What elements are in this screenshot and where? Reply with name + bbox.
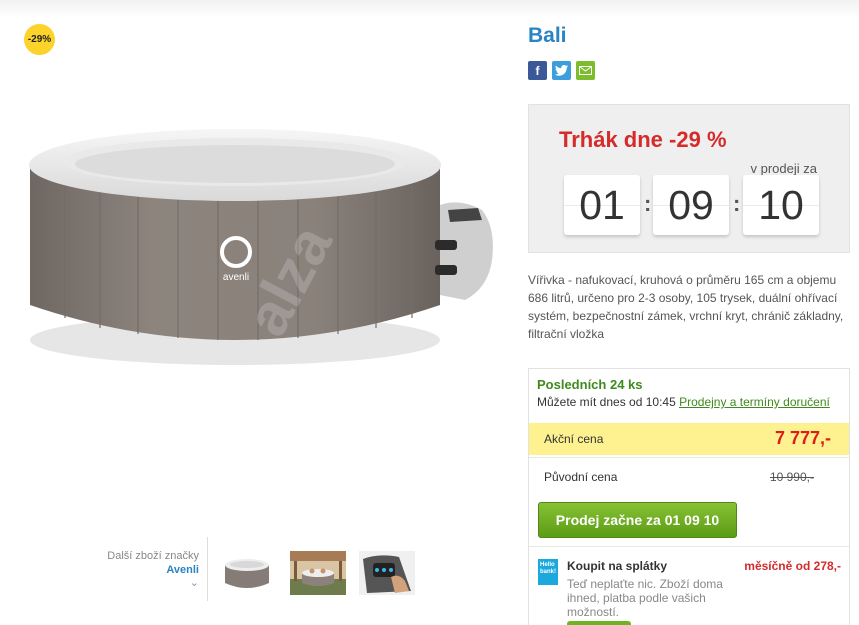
stock-status: Posledních 24 ks (537, 377, 643, 392)
countdown-hours: 01 (564, 175, 640, 235)
action-price-label: Akční cena (544, 432, 604, 446)
action-price-value: 7 777,- (774, 428, 831, 448)
thumbnail-hot-tub-garden[interactable] (290, 551, 346, 595)
installment-price: měsíčně od 278,- (744, 559, 841, 573)
original-price-label: Původní cena (544, 470, 618, 484)
countdown-separator: : (644, 191, 652, 216)
twitter-icon[interactable] (552, 61, 571, 80)
email-icon[interactable] (576, 61, 595, 80)
availability-info: Můžete mít dnes od 10:45 Prodejny a term… (537, 395, 830, 409)
sale-countdown-button[interactable]: Prodej začne za 01 09 10 (538, 502, 737, 538)
discount-badge: -29% (24, 24, 55, 55)
stores-delivery-link[interactable]: Prodejny a termíny doručení (679, 395, 830, 409)
deal-subtitle: v prodeji za (750, 161, 817, 176)
brand-more-label: Další zboží značky (107, 550, 199, 562)
installment-text: Teď neplaťte nic. Zboží doma ihned, plat… (567, 577, 723, 619)
thumbnail-hot-tub[interactable] (219, 551, 275, 595)
chevron-down-icon[interactable]: ⌄ (135, 576, 199, 589)
top-bar (0, 0, 859, 18)
product-title: Bali (528, 24, 567, 47)
thumbnail-divider (207, 537, 208, 601)
product-image[interactable]: avenli alza (20, 110, 500, 380)
countdown-minutes: 09 (653, 175, 729, 235)
deal-of-the-day: Trhák dne -29 % v prodeji za 01 : 09 : 1… (528, 104, 850, 253)
countdown-seconds: 10 (743, 175, 819, 235)
brand-more-link[interactable]: Další zboží značky Avenli ⌄ (95, 550, 199, 589)
installment-button[interactable] (567, 621, 631, 625)
thumbnail-control-panel[interactable] (359, 551, 415, 595)
divider (529, 457, 849, 458)
facebook-icon[interactable]: f (528, 61, 547, 80)
installment-title[interactable]: Koupit na splátky (567, 559, 667, 573)
action-price-row: Akční cena 7 777,- (529, 423, 849, 455)
countdown-separator: : (733, 191, 741, 216)
purchase-panel: Posledních 24 ks Můžete mít dnes od 10:4… (528, 368, 850, 625)
original-price-row: Původní cena 10 990,- (529, 461, 849, 493)
availability-text: Můžete mít dnes od 10:45 (537, 395, 676, 409)
original-price-value: 10 990,- (769, 470, 814, 484)
divider (529, 546, 849, 547)
hello-bank-icon: Hello bank! (538, 559, 558, 585)
brand-logo-text: avenli (223, 272, 249, 283)
deal-title: Trhák dne -29 % (559, 127, 727, 152)
product-description: Vířivka - nafukovací, kruhová o průměru … (528, 273, 844, 341)
brand-name[interactable]: Avenli (95, 564, 199, 576)
